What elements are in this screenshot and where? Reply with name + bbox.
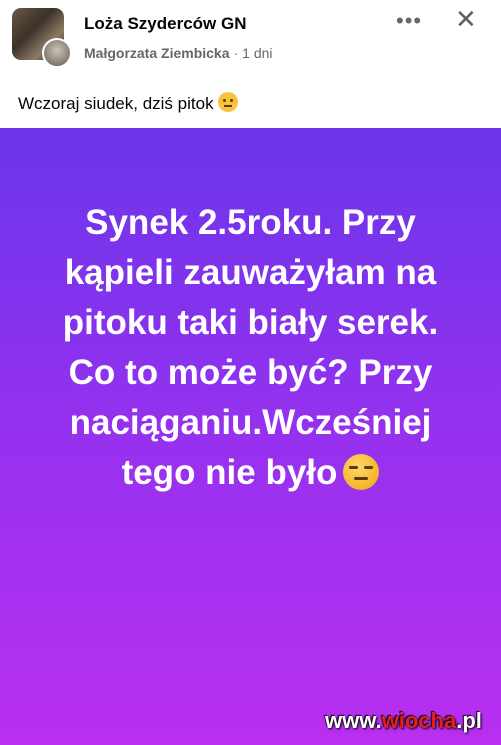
meta-separator: · <box>233 45 239 61</box>
post-caption: Wczoraj siudek, dziś pitok <box>18 92 238 114</box>
group-name[interactable]: Loża Szyderców GN <box>84 14 246 34</box>
watermark-prefix: www. <box>325 708 382 733</box>
watermark-suffix: .pl <box>456 708 482 733</box>
thinking-face-emoji <box>217 92 238 112</box>
caption-text: Wczoraj siudek, dziś pitok <box>18 94 214 113</box>
author-name[interactable]: Małgorzata Ziembicka <box>84 45 230 61</box>
group-avatar[interactable] <box>12 8 72 68</box>
post-body-text: Synek 2.5roku. Przy kąpieli zauważyłam n… <box>62 203 439 492</box>
post-meta: Małgorzata Ziembicka · 1 dni <box>84 45 273 61</box>
close-icon[interactable]: ✕ <box>455 4 477 35</box>
author-avatar[interactable] <box>42 38 72 68</box>
post-time[interactable]: 1 dni <box>242 45 272 61</box>
post-body: Synek 2.5roku. Przy kąpieli zauważyłam n… <box>20 198 481 498</box>
more-icon[interactable]: ••• <box>396 8 422 34</box>
expressionless-face-emoji <box>343 454 380 490</box>
watermark: www.wiocha.pl <box>325 708 482 734</box>
watermark-brand: wiocha <box>381 708 457 733</box>
post-header: Loża Szyderców GN Małgorzata Ziembicka · 1… <box>0 0 501 128</box>
